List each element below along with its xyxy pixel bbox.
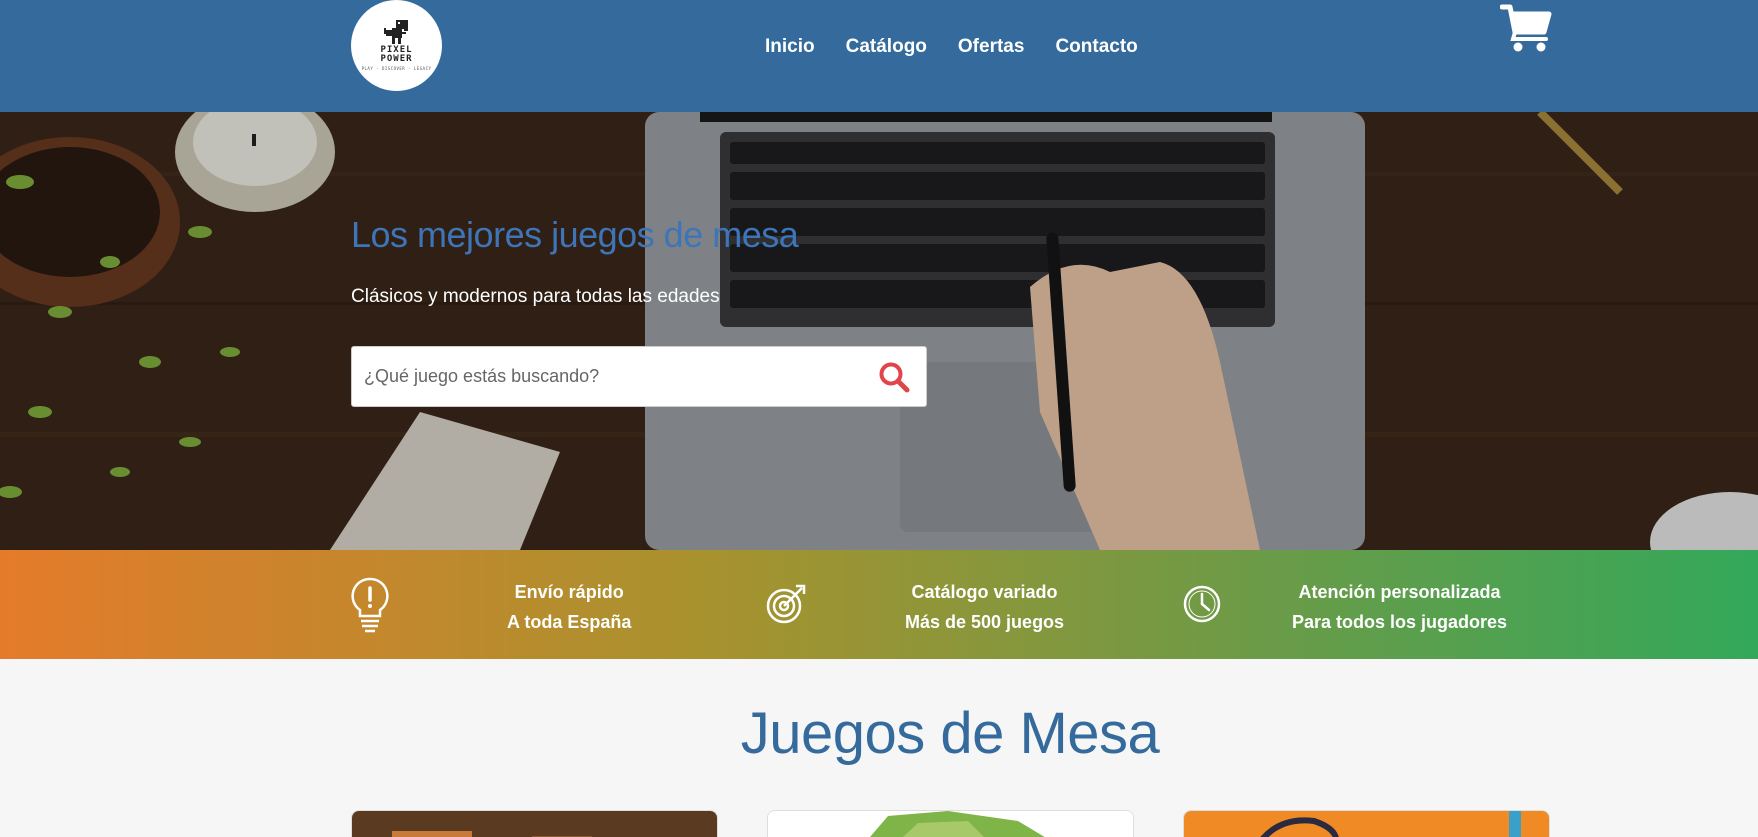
search-icon[interactable] [878,361,910,393]
search-box [351,346,927,407]
product-card[interactable] [1183,810,1550,837]
main-nav: Inicio Catálogo Ofertas Contacto [765,36,1138,58]
product-image [1184,811,1549,837]
hero-banner: Los mejores juegos de mesa Clásicos y mo… [0,112,1758,550]
hero-overlay [0,112,1758,550]
lightbulb-icon [351,577,389,633]
dinosaur-icon [383,20,408,44]
target-icon [766,584,806,624]
feature-support-title: Atención personalizada [1298,582,1501,602]
logo-word-power: POWER [380,54,413,64]
nav-item-ofertas[interactable]: Ofertas [958,36,1025,58]
search-input[interactable] [352,347,852,406]
hero-title: Los mejores juegos de mesa [351,214,799,255]
clock-icon [1183,585,1221,623]
feature-catalog-title: Catálogo variado [911,582,1058,602]
nav-item-inicio[interactable]: Inicio [765,36,815,58]
navbar: PIXEL POWER PLAY · DISCOVER · LEGACY Ini… [0,0,1758,112]
hero-subtitle: Clásicos y modernos para todas las edade… [351,286,720,307]
nav-item-catalogo[interactable]: Catálogo [846,36,927,58]
logo-tagline: PLAY · DISCOVER · LEGACY [361,66,432,71]
nav-item-contacto[interactable]: Contacto [1055,36,1137,58]
brand-logo[interactable]: PIXEL POWER PLAY · DISCOVER · LEGACY [351,0,442,91]
catalog-section-title: Juegos de Mesa [740,701,1160,766]
feature-shipping-title: Envío rápido [514,582,624,602]
product-card[interactable] [767,810,1134,837]
product-card[interactable] [351,810,718,837]
product-image [352,811,717,837]
product-image [768,811,1133,837]
feature-shipping-subtitle: A toda España [507,612,632,632]
features-strip: Envío rápido A toda España Catálogo vari… [0,550,1758,659]
feature-catalog-subtitle: Más de 500 juegos [905,612,1065,632]
cart-icon[interactable] [1500,2,1552,54]
feature-support-subtitle: Para todos los jugadores [1292,612,1508,632]
